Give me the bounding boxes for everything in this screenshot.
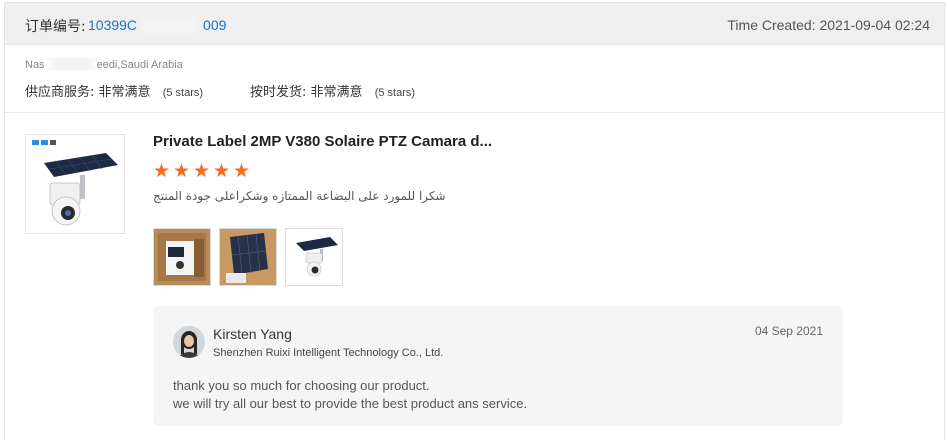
star-icon: ★ <box>233 161 251 182</box>
time-created: Time Created: 2021-09-04 02:24 <box>727 17 930 33</box>
rating-label: 按时发货: <box>250 85 307 100</box>
photo-image <box>154 229 210 285</box>
redacted-blur <box>44 58 97 70</box>
supplier-reply: Kirsten Yang Shenzhen Ruixi Intelligent … <box>153 306 843 426</box>
order-number-label: 订单编号: <box>25 19 86 35</box>
product-thumbnail[interactable] <box>25 134 125 234</box>
reply-line: thank you so much for choosing our produ… <box>173 378 430 393</box>
order-number-prefix: 10399C <box>88 17 138 33</box>
avatar-image <box>173 326 205 358</box>
review-text: شكرا للمورد على البضاعة الممتازه وشكراعل… <box>153 189 446 203</box>
rating-stars-text: (5 stars) <box>374 87 416 99</box>
buyer-location: Nas eedi,Saudi Arabia <box>25 58 183 71</box>
order-review-card: 订单编号: 10399C 009 Time Created: 2021-09-04… <box>4 2 945 440</box>
reply-date: 04 Sep 2021 <box>754 324 823 338</box>
review-photo[interactable] <box>219 228 277 286</box>
reply-text: thank you so much for choosing our produ… <box>173 377 527 413</box>
redacted-blur <box>137 17 204 33</box>
review-photo[interactable] <box>285 228 343 286</box>
star-icon: ★ <box>213 161 231 182</box>
order-number-link[interactable]: 10399C 009 <box>88 17 226 33</box>
rating-supplier-service: 供应商服务: 非常满意 (5 stars) <box>25 81 203 100</box>
rating-on-time-delivery: 按时发货: 非常满意 (5 stars) <box>250 81 415 100</box>
order-number-suffix: 009 <box>203 17 227 33</box>
product-star-rating: ★ ★ ★ ★ ★ <box>153 161 253 182</box>
photo-image <box>286 229 342 285</box>
star-icon: ★ <box>153 161 171 182</box>
rating-stars-text: (5 stars) <box>162 87 204 99</box>
rating-value: 非常满意 <box>310 85 363 100</box>
reply-line: we will try all our best to provide the … <box>173 396 528 411</box>
avatar <box>173 326 205 358</box>
star-icon: ★ <box>173 161 191 182</box>
solar-camera-image <box>32 140 118 226</box>
product-title[interactable]: Private Label 2MP V380 Solaire PTZ Camar… <box>153 133 492 150</box>
photo-image <box>220 229 276 285</box>
rating-value: 非常满意 <box>98 85 151 100</box>
buyer-location-prefix: Nas <box>25 59 45 71</box>
star-icon: ★ <box>193 161 211 182</box>
rating-label: 供应商服务: <box>25 85 95 100</box>
reply-company: Shenzhen Ruixi Intelligent Technology Co… <box>213 347 444 359</box>
divider <box>5 112 944 113</box>
order-header: 订单编号: 10399C 009 Time Created: 2021-09-04… <box>5 3 944 45</box>
buyer-location-suffix: eedi,Saudi Arabia <box>96 59 183 71</box>
review-photo[interactable] <box>153 228 211 286</box>
reply-author-name: Kirsten Yang <box>213 326 292 342</box>
